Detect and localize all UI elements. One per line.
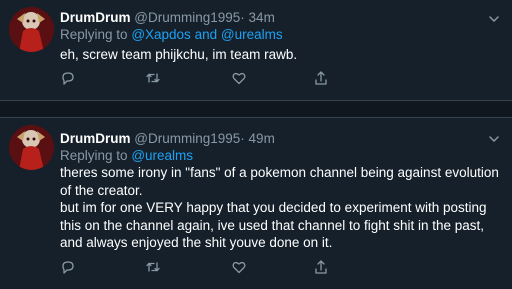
like-icon[interactable] [231,70,247,86]
replying-to-label: Replying to [60,148,128,163]
share-icon[interactable] [313,70,329,86]
replying-joiner: and [194,27,218,42]
tweet-paragraph: but im for one VERY happy that you decid… [60,200,487,250]
user-handle[interactable]: @Drumming1995 [134,10,240,25]
avatar[interactable] [9,125,54,170]
timestamp[interactable]: 49m [249,131,275,146]
tweet-actions [60,259,350,275]
chevron-down-icon[interactable] [488,13,500,25]
user-handle[interactable]: @Drumming1995 [134,131,240,146]
chevron-down-icon[interactable] [488,133,500,145]
separator-dot: · [240,131,245,146]
tweet-text: theres some irony in "fans" of a pokemon… [60,164,504,252]
avatar[interactable] [9,7,54,52]
tweet[interactable]: DrumDrum @Drumming1995· 49m Replying to … [0,118,512,289]
replying-to-line: Replying to @urealms [60,147,504,164]
replying-to-label: Replying to [60,27,128,42]
mention-link[interactable]: @Xapdos [131,27,191,42]
share-icon[interactable] [313,259,329,275]
reply-icon[interactable] [60,259,76,275]
tweet-paragraph: theres some irony in "fans" of a pokemon… [60,165,499,198]
retweet-icon[interactable] [145,259,161,275]
display-name[interactable]: DrumDrum [60,131,131,146]
separator-dot: · [240,10,245,25]
replying-to-line: Replying to @Xapdos and @urealms [60,26,504,43]
retweet-icon[interactable] [145,70,161,86]
tweet-paragraph: eh, screw team phijkchu, im team rawb. [60,47,298,62]
like-icon[interactable] [231,259,247,275]
tweet[interactable]: DrumDrum @Drumming1995· 34m Replying to … [0,0,512,101]
timestamp[interactable]: 34m [249,10,275,25]
mention-link[interactable]: @urealms [221,27,283,42]
mention-link[interactable]: @urealms [131,148,193,163]
thread-separator [0,101,512,118]
display-name[interactable]: DrumDrum [60,10,131,25]
tweet-text: eh, screw team phijkchu, im team rawb. [60,46,504,64]
tweet-actions [60,70,350,86]
reply-icon[interactable] [60,70,76,86]
